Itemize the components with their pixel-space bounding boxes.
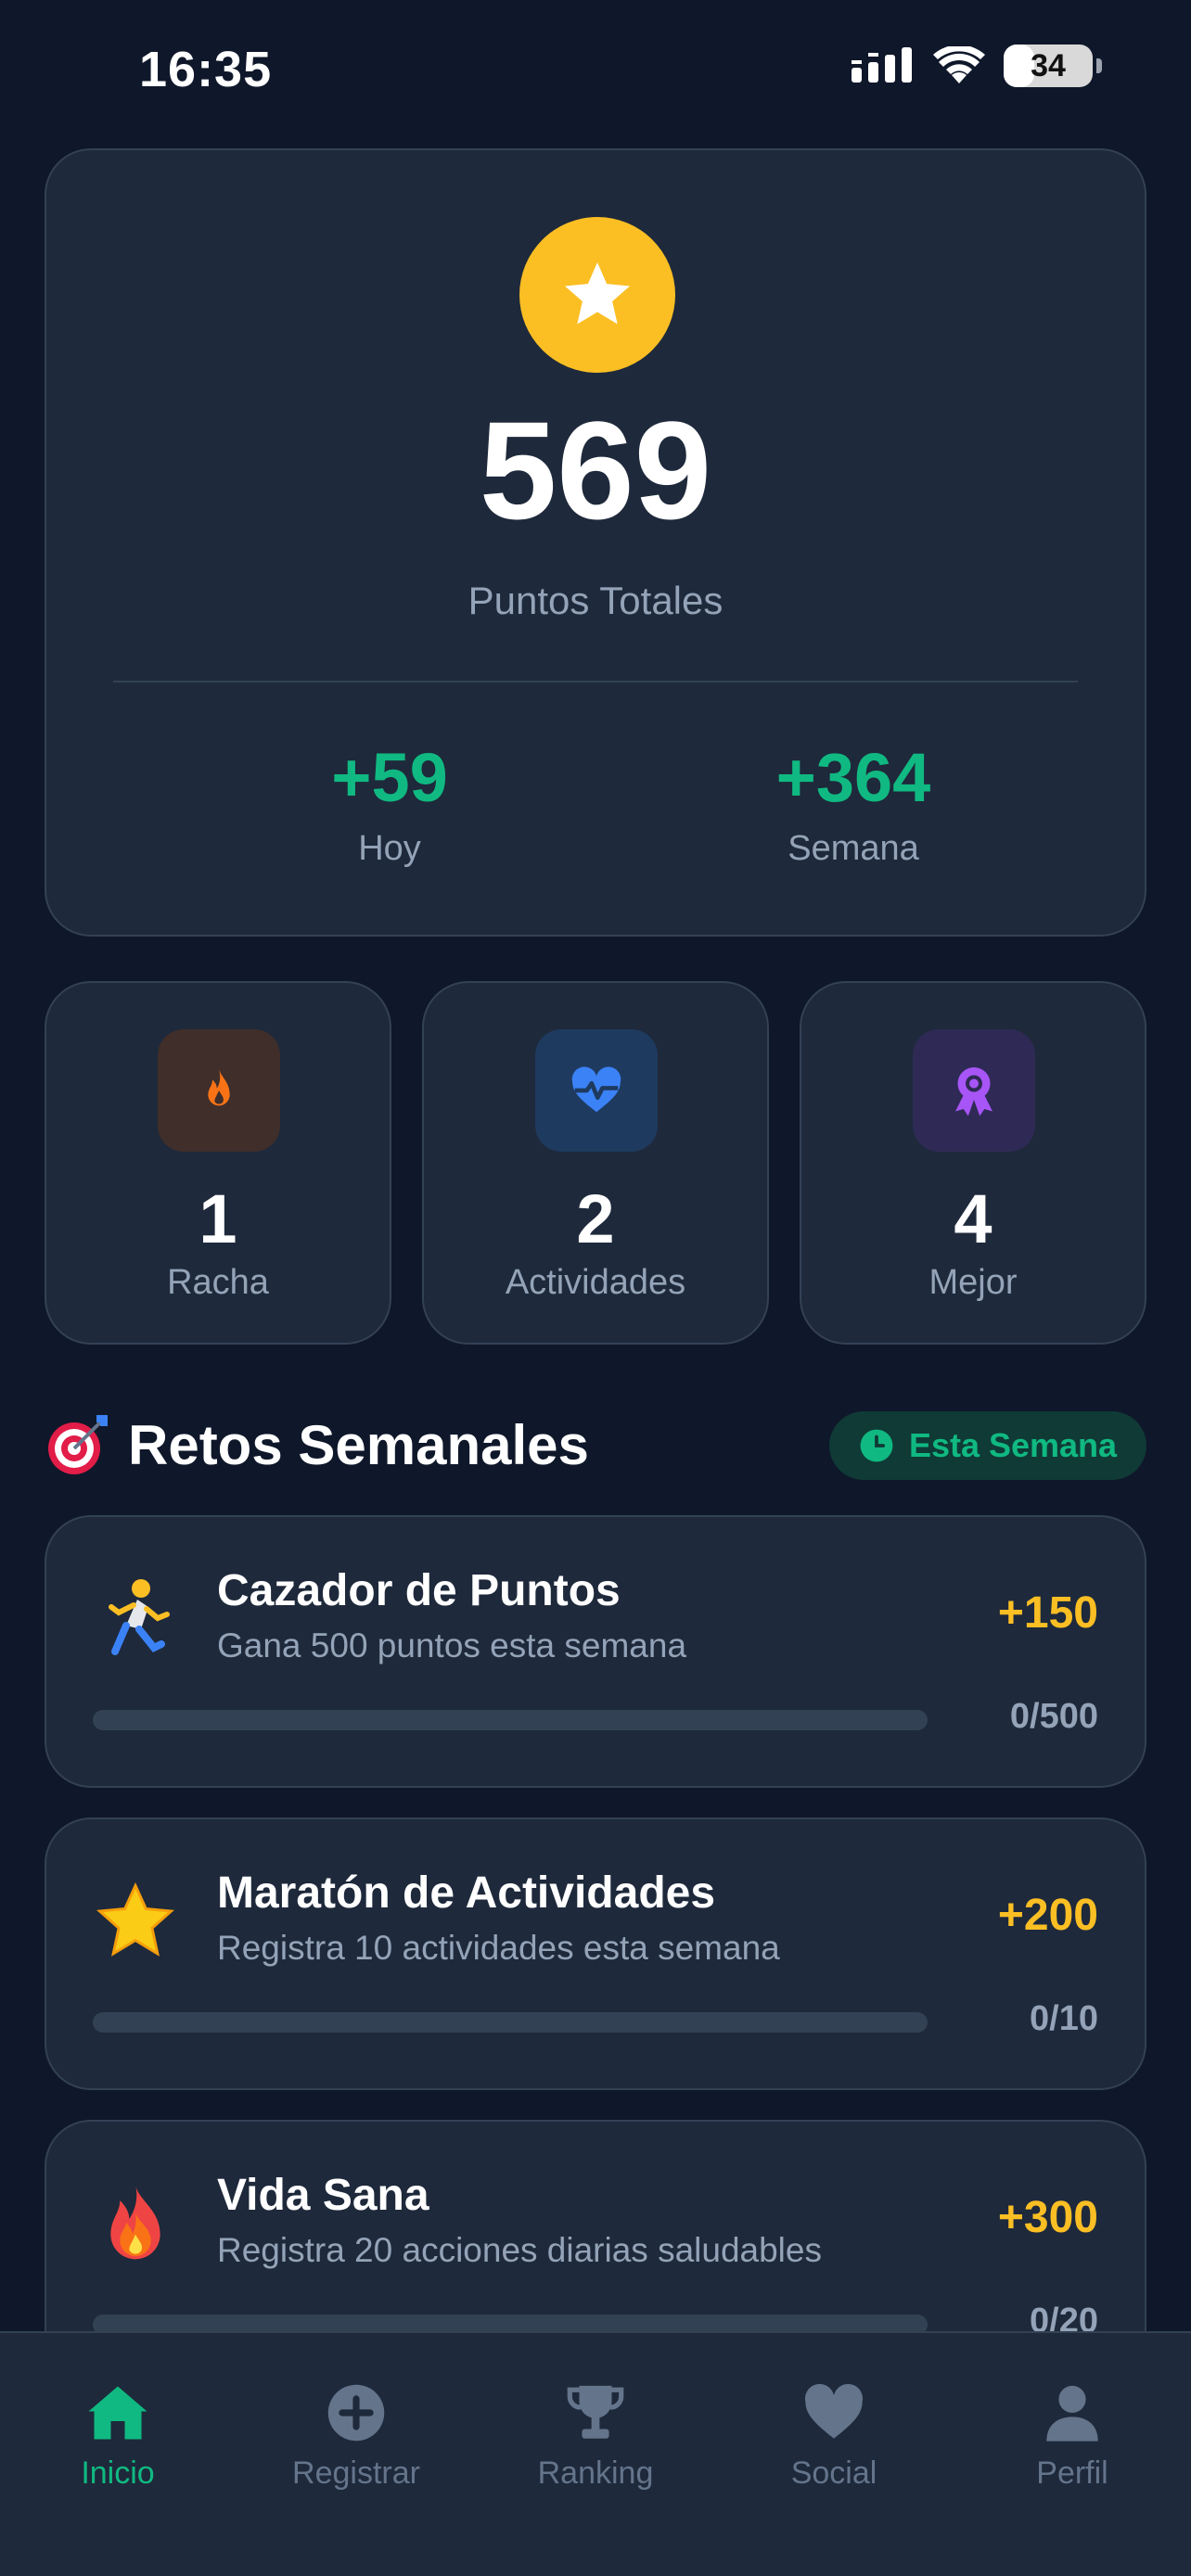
status-time: 16:35	[139, 42, 273, 97]
divider	[113, 681, 1078, 682]
clock-icon	[860, 1429, 893, 1462]
challenge-description: Registra 10 actividades esta semana	[217, 1929, 780, 1967]
points-summary-card: 569 Puntos Totales +59 Hoy +364 Semana	[45, 148, 1146, 937]
heart-icon	[804, 2383, 864, 2439]
today-points-value: +59	[331, 739, 448, 816]
tab-registrar-label: Registrar	[292, 2455, 420, 2491]
challenge-description: Registra 20 acciones diarias saludables	[217, 2231, 822, 2269]
streak-card[interactable]: 1 Racha	[45, 981, 391, 1345]
star-icon	[565, 262, 630, 325]
battery-level-fill	[1004, 45, 1034, 87]
heart-pulse-icon-badge	[535, 1029, 658, 1152]
challenge-title: Vida Sana	[217, 2171, 429, 2220]
tab-ranking-label: Ranking	[537, 2455, 654, 2491]
challenge-card[interactable]: Maratón de Actividades Registra 10 activ…	[45, 1817, 1146, 2090]
status-icons: 34	[852, 45, 1102, 87]
total-points-label: Puntos Totales	[467, 579, 724, 622]
trophy-icon	[567, 2385, 624, 2439]
today-points: +59 Hoy	[158, 744, 621, 869]
tab-perfil[interactable]: Perfil	[970, 2376, 1174, 2492]
challenge-progress-text: 0/10	[1030, 1999, 1098, 2038]
weekly-challenges-header: Retos Semanales	[45, 1411, 589, 1478]
wifi-icon	[933, 46, 985, 83]
challenge-card[interactable]: Cazador de Puntos Gana 500 puntos esta s…	[45, 1515, 1146, 1788]
star-emoji-icon	[89, 1875, 182, 1968]
target-icon	[48, 1415, 108, 1474]
streak-value: 1	[198, 1180, 237, 1257]
fire-emoji-icon	[89, 2177, 182, 2270]
this-week-label: Esta Semana	[908, 1426, 1118, 1464]
challenge-progress-bar	[93, 2012, 928, 2033]
best-label: Mejor	[928, 1263, 1018, 1302]
tab-ranking[interactable]: Ranking	[493, 2376, 698, 2492]
heart-pulse-icon	[571, 1066, 621, 1113]
challenge-title: Cazador de Puntos	[217, 1566, 621, 1615]
week-points-label: Semana	[788, 829, 919, 868]
battery-percent: 34	[1031, 47, 1066, 83]
challenge-reward: +150	[997, 1588, 1098, 1638]
week-points: +364 Semana	[621, 744, 1085, 869]
award-icon	[955, 1067, 992, 1116]
cellular-signal-icon	[852, 47, 912, 83]
plus-circle-icon	[327, 2384, 385, 2442]
best-value: 4	[954, 1180, 992, 1257]
week-points-value: +364	[775, 739, 931, 816]
challenge-title: Maratón de Actividades	[217, 1868, 716, 1918]
total-points-value: 569	[479, 392, 712, 548]
tab-social-label: Social	[790, 2455, 877, 2491]
activities-value: 2	[576, 1180, 615, 1257]
today-points-label: Hoy	[358, 829, 421, 868]
challenge-progress-bar	[93, 1710, 928, 1730]
tab-perfil-label: Perfil	[1036, 2455, 1108, 2491]
award-icon-badge	[913, 1029, 1035, 1152]
user-icon	[1046, 2385, 1098, 2442]
bottom-tab-bar: Inicio Registrar Ranking Social Perfil	[0, 2331, 1191, 2576]
flame-icon	[208, 1068, 230, 1106]
challenge-description: Gana 500 puntos esta semana	[217, 1626, 687, 1664]
activities-card[interactable]: 2 Actividades	[422, 981, 769, 1345]
challenge-reward: +300	[997, 2193, 1098, 2242]
tab-inicio[interactable]: Inicio	[16, 2376, 220, 2492]
weekly-challenges-title: Retos Semanales	[128, 1413, 589, 1476]
tab-social[interactable]: Social	[732, 2376, 936, 2492]
battery-tip	[1096, 58, 1102, 73]
activities-label: Actividades	[505, 1263, 686, 1302]
battery-indicator: 34	[1004, 45, 1093, 87]
status-bar: 16:35 34	[0, 0, 1191, 139]
best-card[interactable]: 4 Mejor	[800, 981, 1146, 1345]
challenge-reward: +200	[997, 1891, 1098, 1940]
streak-label: Racha	[167, 1263, 269, 1302]
tab-registrar[interactable]: Registrar	[254, 2376, 458, 2492]
tab-inicio-label: Inicio	[81, 2455, 155, 2491]
star-badge	[519, 217, 675, 373]
this-week-badge[interactable]: Esta Semana	[829, 1411, 1146, 1480]
running-person-icon	[89, 1573, 182, 1665]
challenge-progress-text: 0/500	[1009, 1697, 1098, 1736]
home-icon	[88, 2386, 147, 2440]
flame-icon-badge	[158, 1029, 280, 1152]
